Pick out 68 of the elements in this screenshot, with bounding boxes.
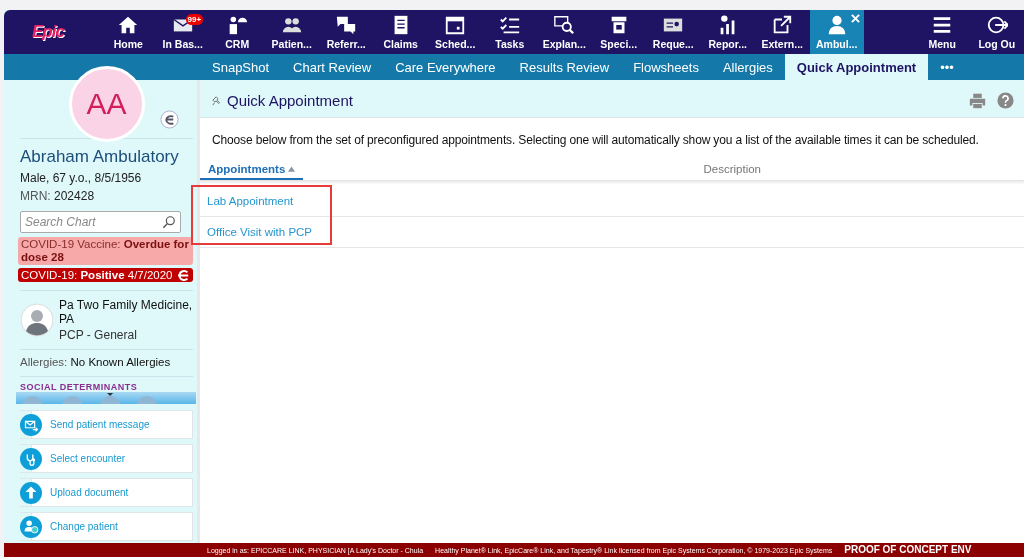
column-header[interactable]: Appointments [200,161,304,180]
allergies-value: No Known Allergies [70,356,171,368]
toolbar-button[interactable]: Repor... [700,10,755,54]
environment-label: PROOF OF CONCEPT ENV [844,544,972,556]
more-tabs-button[interactable]: ••• [928,54,966,80]
tab[interactable]: Care Everywhere [383,54,508,80]
epic-logo[interactable]: Epic [4,10,101,54]
tab[interactable]: SnapShot [200,54,282,80]
mrn-label: MRN: [20,189,51,203]
vaccine-alert[interactable]: COVID-19 Vaccine: Overdue for dose 28 [18,237,193,265]
logout-icon [985,14,1008,36]
sidebar-action-button[interactable]: Select encounter [20,444,193,473]
tab[interactable]: Results Review [507,54,622,80]
allergies-label: Allergies: [20,356,68,368]
toolbar-button[interactable]: 99+ In Bas... [155,10,210,54]
toolbar-button[interactable]: Speci... [591,10,646,54]
page-title: Quick Appointment [227,92,353,109]
toolbar-button[interactable]: Reque... [646,10,701,54]
column-header[interactable]: Description [695,161,769,180]
patient-avatar: AA [68,66,145,142]
calendar-icon [444,14,467,36]
pin-icon[interactable] [212,95,222,106]
toolbar-button[interactable]: Extern... [755,10,810,54]
care-everywhere-icon [176,269,190,281]
search-icon[interactable] [162,215,176,229]
stethoscope-icon [20,447,42,470]
tab[interactable]: Quick Appointment [784,54,929,80]
toolbar-button[interactable]: Sched... [428,10,483,54]
care-everywhere-icon[interactable] [160,110,179,129]
sidebar-action-button[interactable]: Send patient message [20,410,193,439]
patient-details: Male, 67 y.o., 8/5/1956 [20,171,143,185]
chat-icon [335,14,358,36]
print-icon[interactable] [969,92,986,109]
toolbar-button[interactable]: Explan... [537,10,592,54]
external-link-icon [771,14,794,36]
provider-name[interactable]: Pa Two Family Medicine, PA [59,298,193,326]
patient-name: Abraham Ambulatory [20,147,180,167]
appointment-link[interactable]: Office Visit with PCP [207,226,313,238]
house-icon [117,14,140,36]
toolbar-button[interactable]: Ambul... [809,10,864,54]
close-icon[interactable] [851,14,860,23]
toolbar-button[interactable]: Home [101,10,156,54]
mrn-value: 202428 [54,189,95,203]
provider-avatar [20,303,54,337]
toolbar-button[interactable]: Claims [373,10,428,54]
toolbar-button[interactable]: CRM [210,10,265,54]
magnifier-icon [553,14,576,36]
tab[interactable]: Allergies [710,54,785,80]
toolbar-button[interactable]: Tasks [482,10,537,54]
person-swap-icon [20,515,42,538]
toolbar-button[interactable]: Referr... [319,10,374,54]
count-badge: 99+ [185,14,204,25]
sort-ascending-icon [288,166,296,172]
instruction-text: Choose below from the set of preconfigured appointments. Selecting one will automatically show you a list of the available times it can be scheduled. [212,133,980,147]
tab[interactable]: Chart Review [281,54,384,80]
help-icon[interactable] [997,92,1014,109]
sidebar-action-button[interactable]: Change patient [20,512,193,541]
checklist-icon [498,14,521,36]
appointment-link[interactable]: Lab Appointment [207,195,294,207]
sidebar-action-button[interactable]: Upload document [20,478,193,507]
infection-alert[interactable]: COVID-19: Positive 4/7/2020 [18,268,193,282]
provider-role: PCP - General [59,328,138,342]
section-heading: SOCIAL DETERMINANTS [20,382,139,392]
search-field[interactable]: Search Chart [20,211,181,233]
toolbar-button[interactable]: Patien... [264,10,319,54]
logout-button[interactable]: Log Ou [969,10,1024,54]
tab[interactable]: Flowsheets [621,54,711,80]
menu-button[interactable]: Menu [915,10,970,54]
